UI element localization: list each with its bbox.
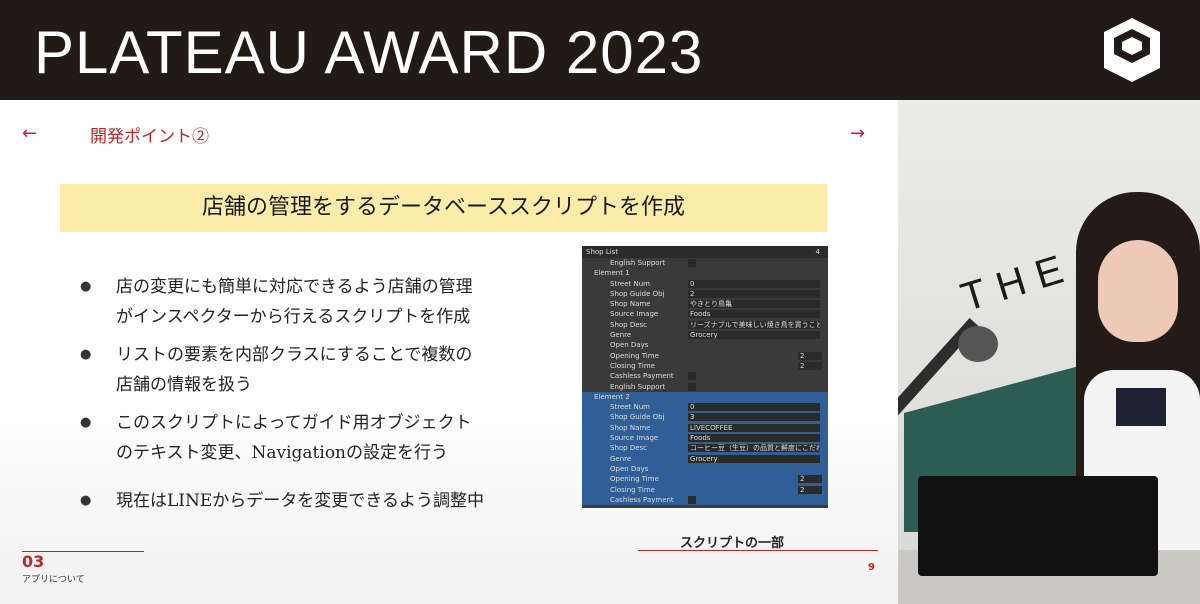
laptop	[918, 476, 1158, 576]
field-label: English Support	[610, 382, 666, 391]
checkbox[interactable]	[688, 259, 696, 267]
bullet-line: 現在はLINEからデータを変更できるよう調整中	[116, 491, 484, 511]
element-foldout[interactable]: Element 1	[594, 268, 630, 278]
field-value[interactable]: コーヒー豆（生豆）の品質と鮮度にこだわった	[688, 444, 820, 453]
plateau-logo-icon	[1104, 18, 1160, 82]
checkbox[interactable]	[688, 495, 696, 504]
field-label: English Support	[610, 259, 666, 267]
prev-arrow-icon[interactable]: ←	[22, 124, 37, 144]
field-label: Source Image	[610, 310, 659, 319]
field-label[interactable]: Opening Time	[610, 474, 659, 484]
field-label: Shop Name	[610, 300, 651, 309]
field-label: Street Num	[610, 279, 650, 288]
bullet-line: このスクリプトによってガイド用オブジェクト	[116, 413, 472, 433]
bullet-list: 店の変更にも簡単に対応できるよう店舗の管理 がインスペクターから行えるスクリプト…	[80, 272, 560, 524]
page-number: 9	[868, 562, 875, 573]
caption-divider	[638, 550, 878, 551]
header-bar: PLATEAU AWARD 2023	[0, 0, 1200, 100]
field-label[interactable]: Open Days	[610, 464, 648, 474]
element-foldout[interactable]: Element 2	[594, 392, 630, 402]
microphone-icon	[958, 326, 998, 362]
checkbox[interactable]	[688, 372, 696, 381]
field-label: Shop Name	[610, 423, 651, 432]
inspector-count: 4	[815, 248, 820, 256]
presentation-slide: ← → 開発ポイント② 店舗の管理をするデータベーススクリプトを作成 店の変更に…	[0, 100, 898, 604]
bullet-line: リストの要素を内部クラスにすることで複数の	[116, 345, 473, 365]
field-label: Genre	[610, 454, 632, 463]
field-value[interactable]: 2	[798, 485, 822, 494]
field-value[interactable]: 0	[688, 403, 820, 412]
field-value[interactable]: やきとり鳥亀	[688, 300, 820, 309]
page-title: PLATEAU AWARD 2023	[34, 19, 704, 86]
field-label: Shop Guide Obj	[610, 289, 665, 298]
field-value[interactable]: 2	[688, 289, 820, 298]
field-label: Shop Guide Obj	[610, 413, 665, 422]
field-label: Cashless Payment	[610, 372, 674, 381]
field-value[interactable]: 2	[798, 475, 822, 484]
field-label: Shop Desc	[610, 320, 648, 329]
bullet-line: 店舗の情報を扱う	[116, 375, 252, 395]
field-label: Shop Desc	[610, 444, 648, 453]
section-label: アプリについて	[22, 575, 85, 585]
next-arrow-icon[interactable]: →	[850, 124, 865, 144]
bullet-item: 店の変更にも簡単に対応できるよう店舗の管理 がインスペクターから行えるスクリプト…	[80, 272, 560, 332]
field-label: Street Num	[610, 403, 650, 412]
field-label[interactable]: Closing Time	[610, 361, 655, 371]
field-value[interactable]: 3	[688, 413, 820, 422]
field-label[interactable]: Closing Time	[610, 485, 655, 495]
bullet-item: このスクリプトによってガイド用オブジェクト のテキスト変更、Navigation…	[80, 408, 560, 468]
field-value[interactable]: リーズナブルで美味しい焼き鳥を買うことがで	[688, 320, 820, 329]
bullet-item: リストの要素を内部クラスにすることで複数の 店舗の情報を扱う	[80, 340, 560, 400]
bullet-line: のテキスト変更、Navigationの設定を行う	[116, 443, 449, 463]
field-value[interactable]: LIVECOFFEE	[688, 423, 820, 432]
inspector-header: Shop List 4	[582, 246, 828, 258]
field-value[interactable]: Foods	[688, 434, 820, 443]
speaker-video: THE NE	[898, 100, 1200, 604]
inspector-caption: スクリプトの一部	[680, 536, 785, 551]
field-label: Genre	[610, 331, 632, 340]
field-label[interactable]: Opening Time	[610, 351, 659, 361]
field-value[interactable]: 0	[688, 279, 820, 288]
slide-subtitle: 開発ポイント②	[90, 127, 209, 147]
selected-element-block: Element 2 Street Num 0 Shop Guide Obj 3 Sh…	[582, 391, 828, 506]
bullet-item: 現在はLINEからデータを変更できるよう調整中	[80, 486, 560, 516]
field-value[interactable]: 2	[798, 361, 822, 370]
slide-banner: 店舗の管理をするデータベーススクリプトを作成	[60, 184, 827, 232]
field-value[interactable]: 2	[798, 351, 822, 360]
field-label: Source Image	[610, 434, 659, 443]
checkbox[interactable]	[688, 382, 696, 391]
field-label[interactable]: Open Days	[610, 340, 648, 350]
field-label: Cashless Payment	[610, 495, 674, 504]
field-value[interactable]: Grocery	[688, 454, 820, 463]
speaker-tie	[1116, 388, 1166, 426]
bullet-line: 店の変更にも簡単に対応できるよう店舗の管理	[116, 277, 473, 297]
bullet-line: がインスペクターから行えるスクリプトを作成	[116, 307, 471, 327]
field-value[interactable]: Grocery	[688, 331, 820, 340]
speaker-face	[1098, 240, 1178, 342]
section-number: 03	[22, 552, 45, 571]
banner-text: 店舗の管理をするデータベーススクリプトを作成	[202, 195, 685, 220]
field-value[interactable]: Foods	[688, 310, 820, 319]
inspector-title: Shop List	[586, 248, 619, 256]
unity-inspector-screenshot: Shop List 4 English Support Element 1 St…	[582, 246, 828, 508]
